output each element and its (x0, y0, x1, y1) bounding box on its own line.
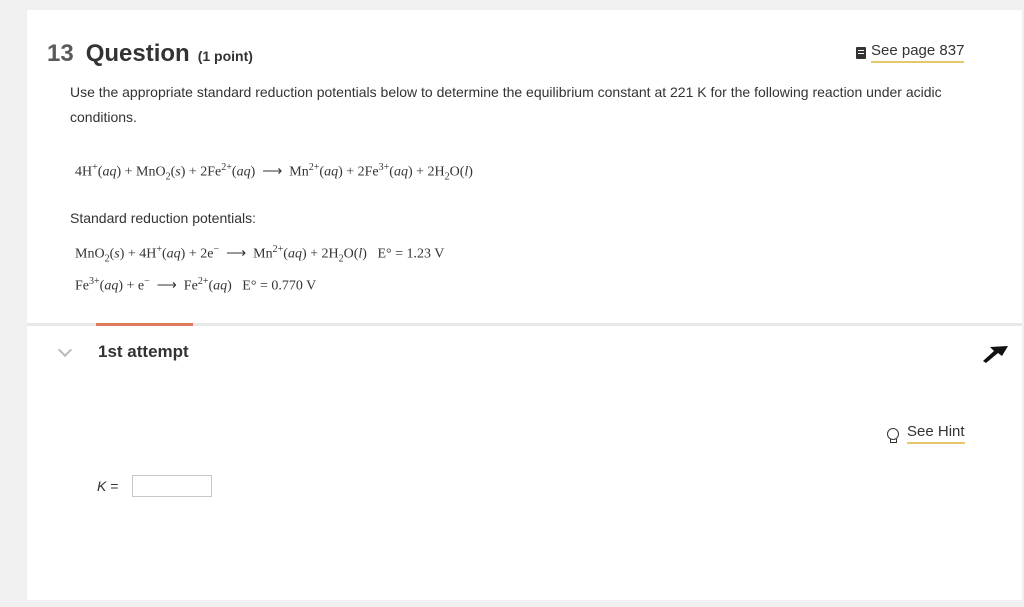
k-label: K = (97, 478, 118, 494)
k-answer-input[interactable] (132, 475, 212, 497)
lightbulb-icon (887, 427, 899, 443)
pin-icon[interactable] (980, 340, 1012, 364)
half1-potential: E° = 1.23 V (377, 246, 445, 262)
half-reaction-mno2: MnO2(s) + 4H+(aq) + 2e− ⟶ Mn2+(aq) + 2H2… (75, 244, 445, 265)
see-page-link[interactable]: See page 837 (856, 42, 965, 63)
question-points: (1 point) (197, 48, 253, 64)
k-symbol: K (97, 478, 107, 494)
overall-reaction: 4H+(aq) + MnO2(s) + 2Fe2+(aq) ⟶ Mn2+(aq)… (75, 162, 473, 183)
see-hint-label: See Hint (907, 423, 965, 444)
half-reaction-fe: Fe3+(aq) + e− ⟶ Fe2+(aq) E° = 0.770 V (75, 276, 317, 294)
see-hint-link[interactable]: See Hint (887, 423, 965, 444)
book-icon (856, 46, 866, 59)
question-card: 13 Question (1 point) See page 837 Use t… (27, 10, 1022, 600)
question-title: Question (85, 40, 190, 67)
attempt-tab-indicator (96, 323, 193, 326)
question-number: 13 (47, 40, 74, 67)
attempt-toggle[interactable]: 1st attempt (57, 342, 189, 362)
chevron-down-icon[interactable] (57, 342, 73, 358)
question-prompt: Use the appropriate standard reduction p… (70, 84, 942, 125)
see-page-label: See page 837 (871, 42, 965, 63)
half2-potential: E° = 0.770 V (242, 278, 317, 294)
k-equals: = (106, 478, 119, 494)
standard-potentials-label: Standard reduction potentials: (70, 210, 257, 226)
question-header: 13 Question (1 point) (47, 40, 253, 68)
attempt-label: 1st attempt (98, 342, 189, 361)
